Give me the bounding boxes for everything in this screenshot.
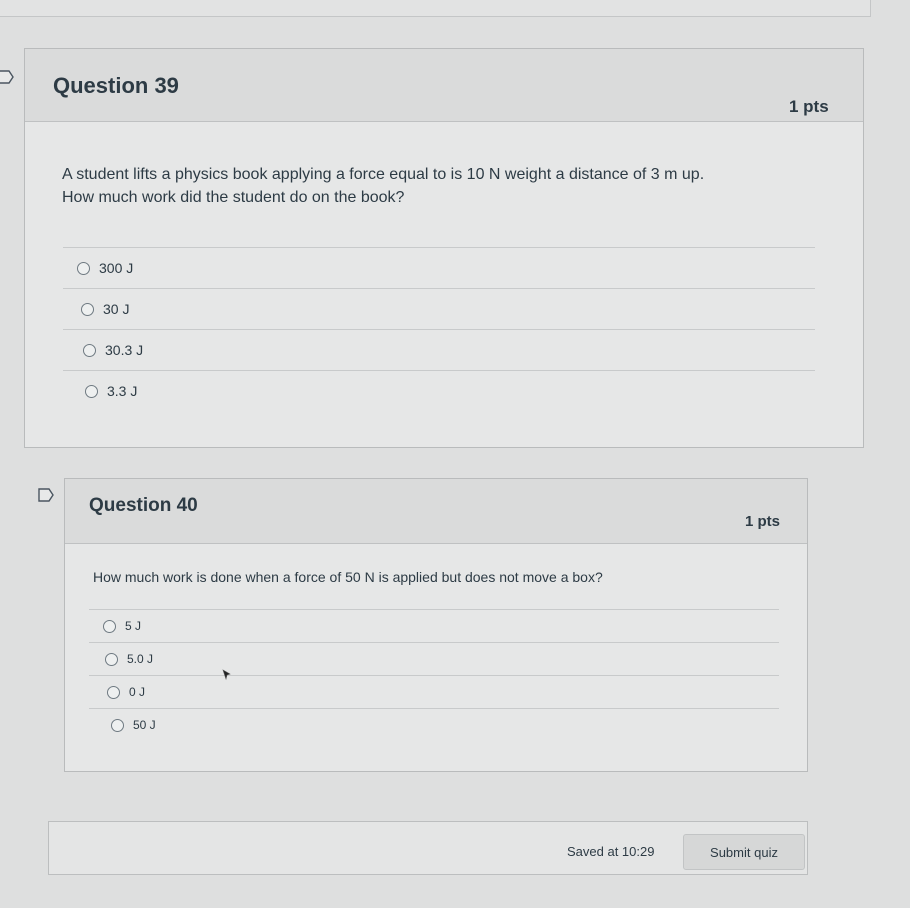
radio-button[interactable] [103, 619, 116, 633]
question-title: Question 39 [53, 73, 179, 98]
radio-button[interactable] [111, 718, 124, 732]
answer-option[interactable]: 0 J [89, 675, 779, 708]
answer-label: 30.3 J [105, 342, 144, 358]
mouse-pointer-icon [222, 668, 232, 686]
answer-option[interactable]: 30.3 J [63, 329, 815, 370]
answer-label: 30 J [103, 301, 130, 317]
quiz-footer: Saved at 10:29 Submit quiz [48, 821, 808, 875]
question-text-line: How much work is done when a force of 50… [93, 569, 603, 585]
radio-button[interactable] [77, 261, 90, 275]
question-text-line: A student lifts a physics book applying … [62, 166, 705, 183]
flag-question-40-icon[interactable] [38, 488, 54, 502]
answer-label: 300 J [99, 260, 134, 276]
answer-option[interactable]: 5.0 J [89, 642, 779, 675]
radio-button[interactable] [107, 685, 120, 699]
answer-list: 5 J 5.0 J 0 J 50 J [89, 609, 779, 741]
question-40-header: Question 40 1 pts [65, 479, 807, 544]
answer-label: 0 J [129, 685, 146, 699]
top-bar [0, 0, 871, 17]
answer-label: 5.0 J [127, 652, 154, 666]
answer-option[interactable]: 5 J [89, 609, 779, 642]
answer-option[interactable]: 300 J [63, 247, 815, 288]
answer-option[interactable]: 3.3 J [63, 370, 815, 411]
radio-button[interactable] [85, 384, 98, 398]
flag-question-39-icon[interactable] [0, 70, 14, 84]
question-text: A student lifts a physics book applying … [62, 163, 704, 209]
radio-button[interactable] [81, 302, 94, 316]
question-39-card: Question 39 1 pts A student lifts a phys… [24, 48, 864, 448]
question-title: Question 40 [89, 495, 198, 516]
answer-label: 3.3 J [107, 383, 138, 399]
radio-button[interactable] [83, 343, 96, 357]
question-text-line: How much work did the student do on the … [62, 189, 405, 207]
radio-button[interactable] [105, 652, 118, 666]
question-points: 1 pts [745, 513, 781, 530]
saved-status: Saved at 10:29 [567, 844, 655, 859]
question-40-card: Question 40 1 pts How much work is done … [64, 478, 808, 772]
submit-quiz-button[interactable]: Submit quiz [683, 834, 805, 870]
answer-label: 50 J [133, 718, 156, 732]
question-points: 1 pts [789, 97, 829, 116]
question-text: How much work is done when a force of 50… [93, 567, 603, 587]
answer-option[interactable]: 50 J [89, 708, 779, 741]
question-39-header: Question 39 1 pts [25, 49, 863, 122]
answer-label: 5 J [125, 619, 142, 633]
answer-list: 300 J 30 J 30.3 J 3.3 J [63, 247, 815, 411]
answer-option[interactable]: 30 J [63, 288, 815, 329]
